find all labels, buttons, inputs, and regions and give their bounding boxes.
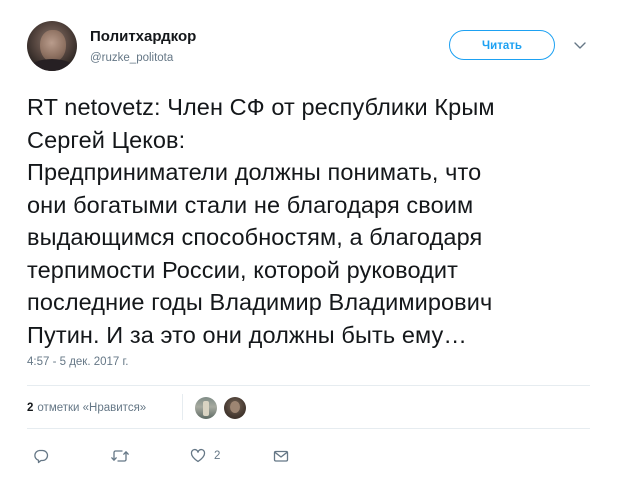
follow-button[interactable]: Читать [449, 30, 555, 60]
avatar-shoulders [29, 59, 75, 71]
heart-icon [190, 448, 206, 464]
chevron-down-icon[interactable] [573, 39, 587, 51]
display-name[interactable]: Политхардкор [90, 28, 196, 45]
liker-avatar-figure [203, 401, 209, 416]
liker-avatar[interactable] [195, 397, 217, 419]
retweet-button[interactable] [110, 446, 130, 466]
username[interactable]: @ruzke_politota [90, 52, 173, 64]
tweet-text: RT netovetz: Член СФ от республики Крым … [27, 94, 495, 348]
likes-count: 2 [27, 402, 34, 414]
divider [27, 428, 590, 429]
divider [27, 385, 590, 386]
direct-message-button[interactable] [273, 446, 289, 466]
reply-icon [33, 448, 49, 464]
avatar-face [40, 30, 66, 62]
tweet-card: Политхардкор @ruzke_politota Читать RT n… [0, 0, 618, 501]
like-count: 2 [214, 450, 221, 462]
likes-stat[interactable]: 2 отметки «Нравится» [27, 402, 146, 414]
avatar[interactable] [27, 21, 77, 71]
stats-separator [182, 394, 183, 420]
like-button[interactable]: 2 [190, 446, 220, 466]
retweet-icon [110, 448, 130, 464]
reply-button[interactable] [33, 446, 49, 466]
liker-avatar[interactable] [224, 397, 246, 419]
liker-avatar-figure [230, 401, 240, 413]
envelope-icon [273, 448, 289, 464]
timestamp[interactable]: 4:57 - 5 дек. 2017 г. [27, 356, 128, 368]
likes-label: отметки «Нравится» [37, 402, 147, 414]
